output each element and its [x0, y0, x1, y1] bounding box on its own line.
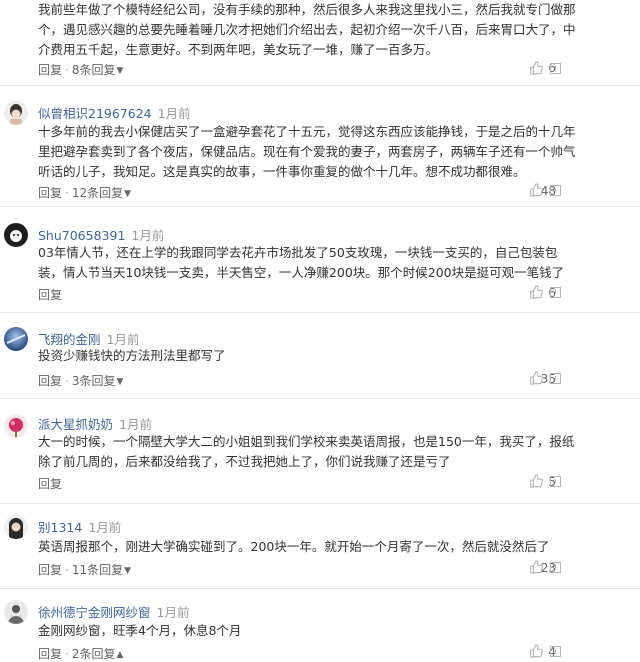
thumbs-up-icon[interactable] [529, 371, 543, 385]
comment-feed: 我前些年做了个模特经纪公司，没有手续的那种，然后很多人来我这里找小三，然后我就专… [0, 0, 640, 661]
comment-meta: Shu70658391 1月前 [38, 225, 164, 244]
comment-item: 徐州德宁金刚网纱窗 1月前 金刚网纱窗，旺季4个月，休息8个月 回复 · 2条回复▲ … [0, 590, 640, 661]
reply-button[interactable]: 回复 [38, 63, 62, 77]
reply-button[interactable]: 回复 [38, 647, 62, 661]
comment-actions: 回复 · 11条回复▼ [38, 563, 132, 577]
view-replies-button[interactable]: 2条回复▲ [72, 647, 124, 661]
comment-body: 投资少赚钱快的方法刑法里都写了 [38, 348, 226, 363]
avatar [4, 101, 28, 125]
comment-item: 别1314 1月前 英语周报那个，刚进大学确实碰到了。200块一年。就开始一个月寄… [0, 505, 640, 589]
username-link[interactable]: 飞翔的金刚 [38, 332, 101, 347]
avatar [4, 515, 28, 539]
comment-body: 英语周报那个，刚进大学确实碰到了。200块一年。就开始一个月寄了一次，然后就没然… [38, 539, 550, 554]
comment-meta: 似曾相识21967624 1月前 [38, 103, 191, 122]
comment-time: 1月前 [157, 106, 191, 121]
comment-body: 金刚网纱窗，旺季4个月，休息8个月 [38, 623, 242, 638]
view-replies-button[interactable]: 8条回复▼ [72, 63, 124, 77]
comment-item: 飞翔的金刚 1月前 投资少赚钱快的方法刑法里都写了 回复 · 3条回复▼ 35 [0, 314, 640, 399]
chevron-down-icon: ▼ [116, 66, 124, 76]
comment-body: 03年情人节，还在上学的我跟同学去花卉市场批发了50支玫瑰，一块钱一支买的，自己… [38, 245, 565, 280]
view-replies-button[interactable]: 3条回复▼ [72, 374, 124, 388]
comment-body: 我前些年做了个模特经纪公司，没有手续的那种，然后很多人来我这里找小三，然后我就专… [38, 2, 576, 57]
comment-meta: 派大星抓奶奶 1月前 [38, 414, 152, 433]
thumbs-up-icon[interactable] [529, 644, 543, 658]
avatar [4, 600, 28, 624]
view-replies-button[interactable]: 12条回复▼ [72, 186, 131, 200]
comment-actions: 回复 · 8条回复▼ [38, 63, 124, 77]
comment-item: 似曾相识21967624 1月前 十多年前的我去小保健店买了一盒避孕套花了十五元，… [0, 87, 640, 207]
report-icon[interactable] [550, 646, 561, 657]
avatar [4, 223, 28, 247]
comment-actions: 回复 · 2条回复▲ [38, 647, 124, 661]
username-link[interactable]: 似曾相识21967624 [38, 106, 152, 121]
comment-actions: 回复 · 3条回复▼ [38, 374, 124, 388]
username-link[interactable]: 徐州德宁金刚网纱窗 [38, 605, 151, 620]
comment-item: 派大星抓奶奶 1月前 大一的时候，一个隔壁大学大二的小姐姐到我们学校来卖英语周报，… [0, 400, 640, 504]
comment-time: 1月前 [156, 605, 190, 620]
comment-meta: 别1314 1月前 [38, 517, 121, 536]
thumbs-up-icon[interactable] [529, 61, 543, 75]
chevron-up-icon: ▲ [116, 650, 124, 660]
report-icon[interactable] [550, 185, 561, 196]
username-link[interactable]: 别1314 [38, 520, 82, 535]
thumbs-up-icon[interactable] [529, 183, 543, 197]
comment-body: 大一的时候，一个隔壁大学大二的小姐姐到我们学校来卖英语周报，也是150一年，我买… [38, 434, 575, 469]
comment-item: 我前些年做了个模特经纪公司，没有手续的那种，然后很多人来我这里找小三，然后我就专… [0, 0, 640, 86]
report-icon[interactable] [550, 562, 561, 573]
thumbs-up-icon[interactable] [529, 285, 543, 299]
report-icon[interactable] [550, 373, 561, 384]
comment-actions: 回复 [38, 286, 62, 303]
chevron-down-icon: ▼ [124, 566, 132, 576]
reply-button[interactable]: 回复 [38, 563, 62, 577]
avatar [4, 327, 28, 351]
report-icon[interactable] [550, 63, 561, 74]
username-link[interactable]: 派大星抓奶奶 [38, 417, 113, 432]
reply-button[interactable]: 回复 [38, 477, 62, 491]
reply-button[interactable]: 回复 [38, 186, 62, 200]
avatar [4, 414, 28, 438]
chevron-down-icon: ▼ [116, 377, 124, 387]
reply-button[interactable]: 回复 [38, 374, 62, 388]
comment-meta: 徐州德宁金刚网纱窗 1月前 [38, 602, 189, 621]
comment-item: Shu70658391 1月前 03年情人节，还在上学的我跟同学去花卉市场批发了5… [0, 208, 640, 313]
comment-time: 1月前 [106, 332, 140, 347]
chevron-down-icon: ▼ [124, 189, 132, 199]
comment-body: 十多年前的我去小保健店买了一盒避孕套花了十五元，觉得这东西应该能挣钱，于是之后的… [38, 124, 576, 179]
view-replies-button[interactable]: 11条回复▼ [72, 563, 131, 577]
comment-actions: 回复 · 12条回复▼ [38, 186, 132, 200]
report-icon[interactable] [550, 476, 561, 487]
report-icon[interactable] [550, 287, 561, 298]
thumbs-up-icon[interactable] [529, 474, 543, 488]
comment-time: 1月前 [131, 228, 165, 243]
username-link[interactable]: Shu70658391 [38, 228, 125, 243]
comment-actions: 回复 [38, 475, 62, 492]
comment-time: 1月前 [88, 520, 122, 535]
comment-time: 1月前 [119, 417, 152, 432]
thumbs-up-icon[interactable] [529, 560, 543, 574]
reply-button[interactable]: 回复 [38, 288, 62, 302]
